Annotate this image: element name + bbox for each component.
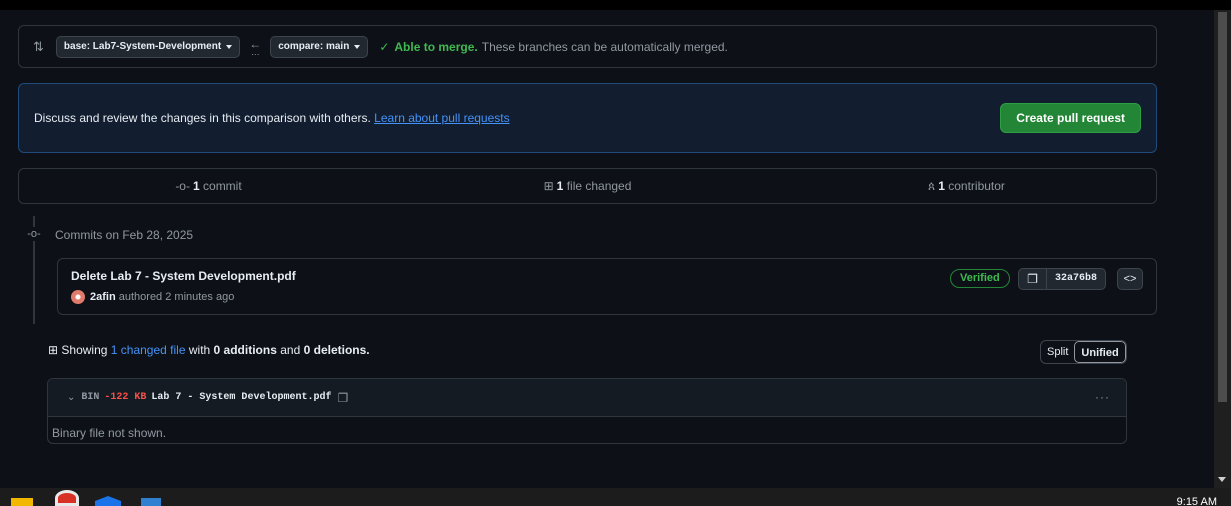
files-label: file changed	[566, 179, 632, 193]
file-type-label: BIN	[81, 392, 100, 403]
commit-title-link[interactable]: Delete Lab 7 - System Development.pdf	[71, 269, 296, 283]
diff-view-toggle: Split Unified	[1040, 340, 1127, 364]
base-branch-label: base: Lab7-System-Development	[63, 41, 222, 52]
taskbar: 9:15 AM	[0, 488, 1231, 506]
file-diff-icon: ⊞	[48, 343, 59, 357]
commit-sha-link[interactable]: 32a76b8	[1047, 269, 1105, 289]
taskbar-clock[interactable]: 9:15 AM	[1177, 496, 1217, 506]
compare-branch-label: compare: main	[278, 41, 350, 52]
file-diff-card: ⌄ BIN -122 KB Lab 7 - System Development…	[47, 378, 1127, 444]
compare-branch-button[interactable]: compare: main	[270, 35, 369, 58]
commit-node-icon: -o-	[26, 227, 42, 241]
scroll-thumb[interactable]	[1218, 12, 1227, 402]
stats-bar: -o- 1 commit ⊞ 1 file changed ጰ1 contribut…	[18, 168, 1157, 204]
verified-badge[interactable]: Verified	[950, 269, 1010, 288]
caret-down-icon	[354, 44, 361, 49]
summary-with: with	[188, 343, 211, 357]
contributors-count: 1	[938, 178, 945, 193]
summary-prefix: Showing	[61, 343, 108, 357]
commits-label: commit	[203, 179, 242, 193]
file-body-text: Binary file not shown.	[52, 426, 167, 440]
page-content: ⇅ base: Lab7-System-Development ←… compa…	[0, 10, 1214, 488]
discuss-banner: Discuss and review the changes in this c…	[18, 83, 1157, 153]
compare-bar: ⇅ base: Lab7-System-Development ←… compa…	[18, 25, 1157, 68]
summary-and: and	[280, 343, 301, 357]
app-icon[interactable]	[141, 498, 161, 506]
copy-icon[interactable]: ❐	[1019, 269, 1047, 289]
files-changed-stat[interactable]: ⊞ 1 file changed	[398, 179, 777, 193]
people-icon: ጰ	[928, 178, 936, 193]
chevron-down-icon[interactable]: ⌄	[67, 392, 75, 403]
commits-date-heading: Commits on Feb 28, 2025	[55, 228, 194, 242]
kebab-menu-icon[interactable]: ···	[1095, 390, 1110, 404]
contributors-stat[interactable]: ጰ1 contributor	[777, 179, 1156, 194]
file-name-link[interactable]: Lab 7 - System Development.pdf	[151, 392, 331, 403]
commit-card: Delete Lab 7 - System Development.pdf 2a…	[57, 258, 1157, 315]
arrow-left-icon: ←…	[249, 36, 262, 57]
compare-arrows-icon: ⇅	[33, 38, 44, 54]
commit-icon: -o-	[175, 179, 190, 193]
additions-count: 0 additions	[213, 343, 277, 357]
commit-time: authored 2 minutes ago	[118, 291, 235, 303]
diff-summary: ⊞ Showing 1 changed file with 0 addition…	[48, 343, 370, 357]
file-diff-icon: ⊞	[543, 179, 554, 193]
sha-group: ❐ 32a76b8	[1018, 268, 1107, 290]
merge-message: These branches can be automatically merg…	[481, 39, 728, 54]
chrome-icon[interactable]	[55, 490, 79, 506]
create-pull-request-button[interactable]: Create pull request	[1000, 103, 1141, 133]
merge-status: Able to merge.	[394, 39, 478, 54]
vertical-scrollbar[interactable]	[1214, 10, 1231, 488]
scroll-down-arrow-icon[interactable]	[1218, 477, 1226, 482]
deletions-count: 0 deletions.	[303, 343, 370, 357]
commits-count: 1	[192, 179, 200, 193]
copy-icon[interactable]: ❐	[337, 391, 348, 405]
size-change: -122 KB	[104, 392, 147, 403]
author-link[interactable]: 2afin	[90, 291, 116, 303]
check-icon: ✓	[379, 39, 390, 54]
discuss-message: Discuss and review the changes in this c…	[34, 111, 371, 125]
education-app-icon[interactable]	[95, 496, 121, 506]
caret-down-icon	[226, 44, 233, 49]
split-view-button[interactable]: Split	[1041, 341, 1074, 363]
commit-meta: 2afin authored 2 minutes ago	[90, 291, 234, 303]
base-branch-button[interactable]: base: Lab7-System-Development	[55, 35, 241, 58]
file-explorer-icon[interactable]	[11, 498, 33, 506]
browse-code-icon[interactable]: <>	[1117, 268, 1143, 290]
discuss-text: Discuss and review the changes in this c…	[34, 111, 510, 125]
avatar[interactable]	[71, 290, 85, 304]
files-count: 1	[556, 179, 564, 193]
file-header: ⌄ BIN -122 KB Lab 7 - System Development…	[48, 379, 1126, 417]
learn-about-pull-requests-link[interactable]: Learn about pull requests	[374, 111, 509, 125]
unified-view-button[interactable]: Unified	[1074, 341, 1126, 363]
contributors-label: contributor	[948, 178, 1005, 193]
changed-files-link[interactable]: 1 changed file	[111, 343, 186, 357]
commits-stat[interactable]: -o- 1 commit	[19, 179, 398, 193]
